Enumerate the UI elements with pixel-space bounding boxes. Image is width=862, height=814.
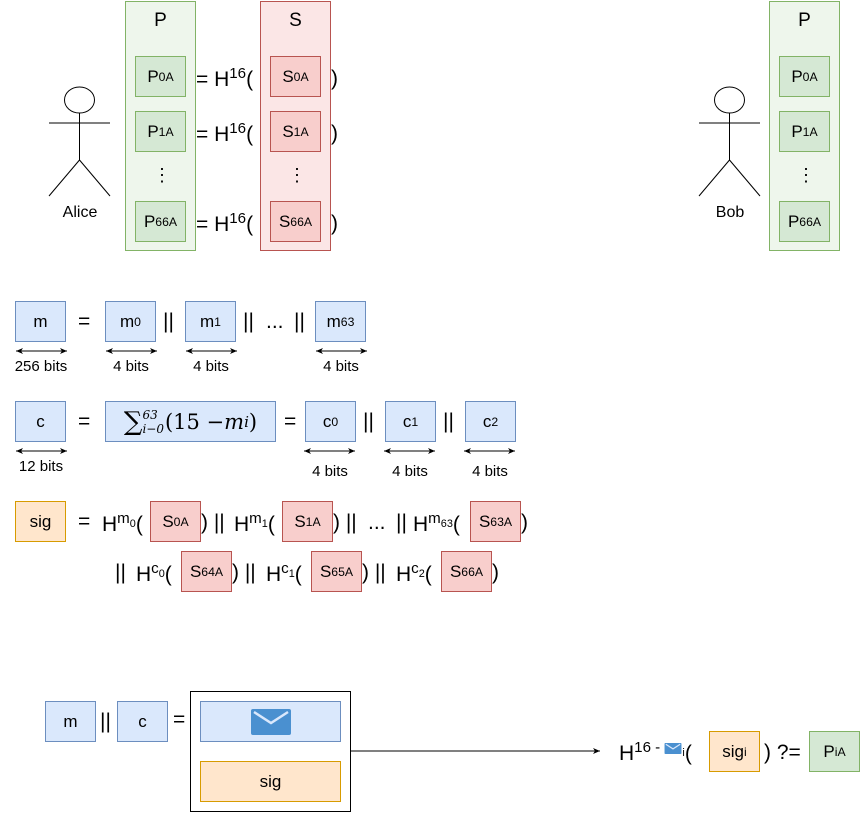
- ellipsis: ...: [266, 310, 284, 333]
- vertical-ellipsis: ⋮: [153, 165, 171, 185]
- close-paren-concat: ) ||: [232, 561, 256, 584]
- equals-sign: =: [78, 510, 91, 533]
- message-box: m: [15, 301, 66, 342]
- packet-signature-part: sig: [200, 761, 341, 802]
- size-label-c2: 4 bits: [472, 463, 508, 480]
- concat-operator: ||: [100, 710, 111, 733]
- secret-key-s0: S0A: [270, 56, 321, 97]
- secret-key-s1: S1A: [270, 111, 321, 152]
- transmit-checksum-box: c: [117, 701, 168, 742]
- hash-chain-63: Hm63(: [413, 510, 460, 536]
- close-paren: ): [331, 67, 338, 90]
- message-chunk-m0: m0: [105, 301, 156, 342]
- public-column-header: P: [154, 10, 167, 31]
- size-label-c1: 4 bits: [392, 463, 428, 480]
- verify-hash: H16 - i(: [619, 739, 692, 765]
- verify-public-key: PiA: [809, 731, 860, 772]
- close-paren-concat: ) ||: [201, 511, 225, 534]
- alice-label: Alice: [62, 204, 98, 221]
- hash-chain-1: Hm1(: [234, 510, 275, 536]
- bob-stick-figure: [698, 86, 761, 197]
- close-paren: ): [331, 122, 338, 145]
- hash-chain-c1: Hc1(: [266, 560, 302, 586]
- bob-public-key-p1: P1A: [779, 111, 830, 152]
- concat-operator: ||: [294, 310, 305, 333]
- size-label-m63: 4 bits: [323, 358, 359, 375]
- signature-secret-s1: S1A: [282, 501, 333, 542]
- vertical-ellipsis: ⋮: [288, 165, 306, 185]
- public-key-p0: P0A: [135, 56, 186, 97]
- close-paren: ): [521, 511, 528, 534]
- hash-eq-66: = H16(: [196, 210, 254, 236]
- size-label-c: 12 bits: [18, 458, 64, 475]
- close-paren-concat: ) ||: [333, 511, 357, 534]
- secret-key-s66: S 66 A: [270, 201, 321, 242]
- packet-message-part: [200, 701, 341, 742]
- secret-column-header: S: [289, 10, 302, 31]
- size-label-c0: 4 bits: [312, 463, 348, 480]
- envelope-icon: [250, 708, 291, 735]
- equals-sign: =: [78, 410, 91, 433]
- alice-stick-figure: [48, 86, 111, 197]
- concat-operator: ||: [363, 410, 374, 433]
- transmit-message-box: m: [45, 701, 96, 742]
- bob-public-key-p66: P 66 A: [779, 201, 830, 242]
- message-chunk-m1: m1: [185, 301, 236, 342]
- close-paren-concat: ) ||: [362, 561, 386, 584]
- vertical-ellipsis: ⋮: [797, 165, 815, 185]
- concat-operator: ||: [396, 511, 407, 534]
- public-key-p1: P1A: [135, 111, 186, 152]
- public-key-p66: P 66 A: [135, 201, 186, 242]
- checksum-chunk-c2: c2: [465, 401, 516, 442]
- verify-compare: ) ?=: [764, 741, 801, 764]
- size-label-m: 256 bits: [14, 358, 68, 375]
- verify-signature-chunk: sig i: [709, 731, 760, 772]
- signature-secret-s66: S 66 A: [441, 551, 492, 592]
- signature-secret-s65: S 65 A: [311, 551, 362, 592]
- hash-chain-0: Hm0(: [102, 510, 143, 536]
- checksum-formula: ∑ 63 i−0 (15 − m i): [105, 401, 276, 442]
- message-chunk-m63: m 63: [315, 301, 366, 342]
- size-label-m1: 4 bits: [193, 358, 229, 375]
- signature-box: sig: [15, 501, 66, 542]
- hash-chain-c2: Hc2(: [396, 560, 432, 586]
- close-paren: ): [331, 212, 338, 235]
- equals-sign: =: [284, 410, 297, 433]
- signature-secret-s64: S 64 A: [181, 551, 232, 592]
- hash-chain-c0: Hc0(: [136, 560, 172, 586]
- concat-operator: ||: [115, 561, 126, 584]
- bob-public-key-p0: P0A: [779, 56, 830, 97]
- checksum-box: c: [15, 401, 66, 442]
- bob-label: Bob: [715, 204, 745, 221]
- concat-operator: ||: [443, 410, 454, 433]
- signature-secret-s63: S 63 A: [470, 501, 521, 542]
- checksum-chunk-c1: c1: [385, 401, 436, 442]
- close-paren: ): [492, 561, 499, 584]
- concat-operator: ||: [163, 310, 174, 333]
- bob-public-column-header: P: [798, 10, 811, 31]
- signature-secret-s0: S0A: [150, 501, 201, 542]
- size-label-m0: 4 bits: [113, 358, 149, 375]
- equals-sign: =: [78, 310, 91, 333]
- hash-eq-1: = H16(: [196, 120, 254, 146]
- concat-operator: ||: [243, 310, 254, 333]
- checksum-chunk-c0: c0: [305, 401, 356, 442]
- equals-sign: =: [173, 708, 186, 731]
- envelope-icon: [664, 742, 682, 754]
- ellipsis: ...: [368, 511, 386, 534]
- hash-eq-0: = H16(: [196, 65, 254, 91]
